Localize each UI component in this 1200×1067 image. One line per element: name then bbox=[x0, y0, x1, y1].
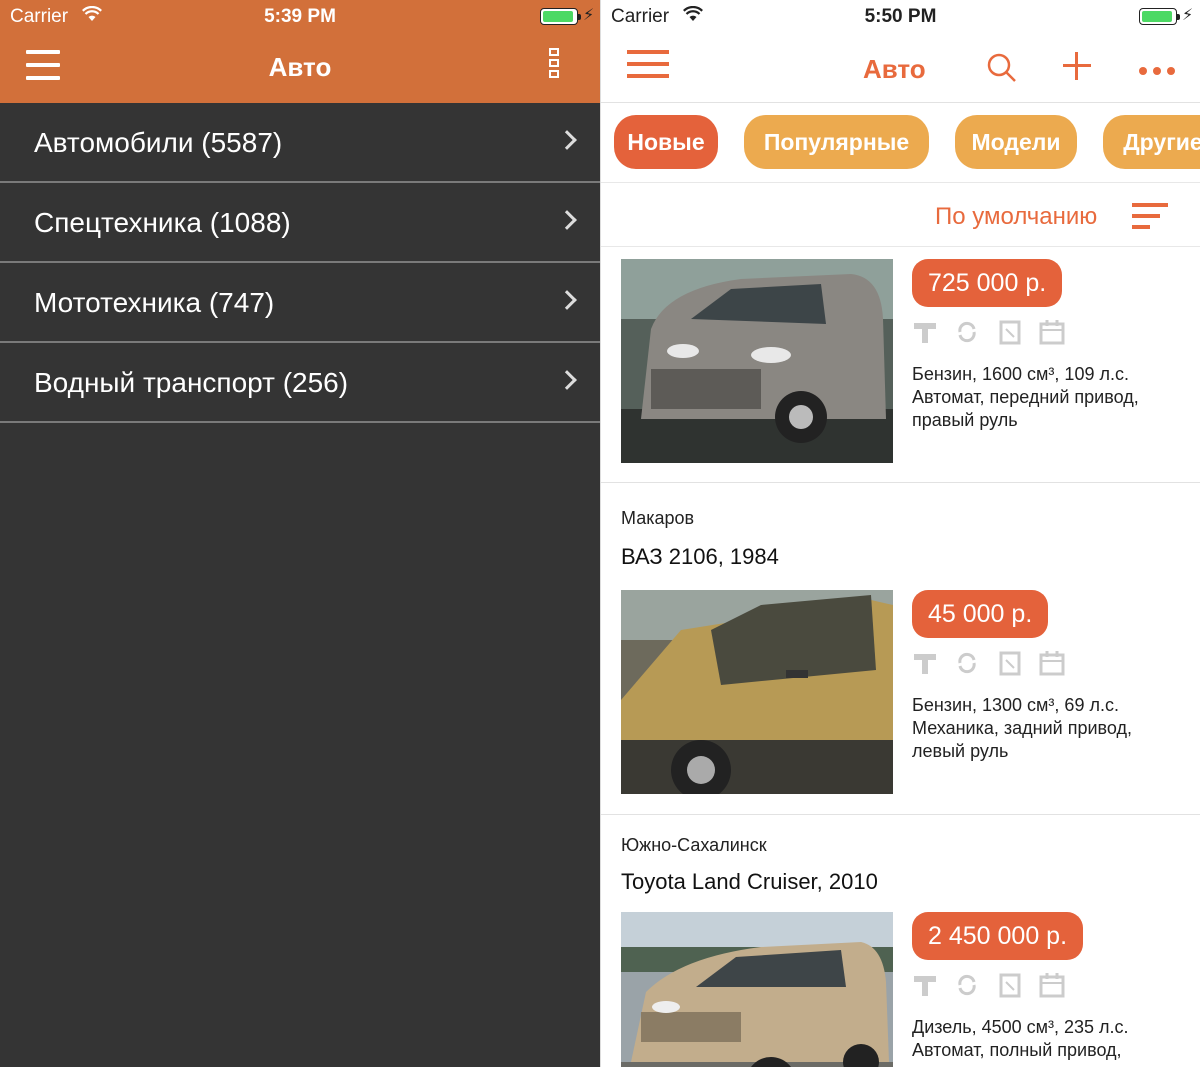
feature-icons bbox=[912, 319, 1077, 347]
specs-text: Дизель, 4500 см³, 235 л.с. Автомат, полн… bbox=[912, 1016, 1192, 1062]
spec-line: левый руль bbox=[912, 741, 1009, 761]
documents-icon bbox=[997, 650, 1023, 676]
filter-chips: Новые Популярные Модели Другие bbox=[601, 103, 1200, 183]
chevron-right-icon bbox=[557, 130, 577, 150]
calendar-icon bbox=[1039, 650, 1065, 676]
calendar-icon bbox=[1039, 319, 1065, 345]
gold-sedan-photo bbox=[621, 590, 893, 794]
spec-line: правый руль bbox=[912, 410, 1018, 430]
status-bar: Carrier 5:39 PM ⚡ bbox=[0, 0, 600, 34]
listing-card[interactable]: Макаров ВАЗ 2106, 1984 45 000 р. Бензин,… bbox=[601, 483, 1200, 815]
page-title: Авто bbox=[863, 54, 926, 84]
specs-text: Бензин, 1600 см³, 109 л.с. Автомат, пере… bbox=[912, 363, 1192, 432]
listing-title: Toyota Land Cruiser, 2010 bbox=[621, 869, 878, 894]
chip-popular[interactable]: Популярные bbox=[744, 115, 929, 169]
spec-line: Бензин, 1600 см³, 109 л.с. bbox=[912, 364, 1129, 384]
add-listing-icon[interactable] bbox=[1061, 50, 1093, 82]
category-label: Водный транспорт (256) bbox=[34, 367, 349, 398]
navbar: Авто bbox=[0, 34, 600, 103]
charging-bolt-icon: ⚡ bbox=[583, 7, 595, 24]
hamburger-menu-icon[interactable] bbox=[627, 50, 669, 82]
chip-models[interactable]: Модели bbox=[955, 115, 1077, 169]
spec-line: Автомат, полный привод, bbox=[912, 1040, 1122, 1060]
chip-other[interactable]: Другие bbox=[1103, 115, 1200, 169]
price-badge: 45 000 р. bbox=[912, 590, 1049, 638]
price-badge: 2 450 000 р. bbox=[912, 912, 1084, 960]
spec-line: Дизель, 4500 см³, 235 л.с. bbox=[912, 1017, 1129, 1037]
left-screen: Carrier 5:39 PM ⚡ Авто Автомобили (5587)… bbox=[0, 0, 600, 1067]
category-label: Автомобили (5587) bbox=[34, 127, 283, 158]
battery-icon bbox=[1139, 8, 1180, 25]
chevron-right-icon bbox=[557, 370, 577, 390]
documents-icon bbox=[997, 319, 1023, 345]
category-item-special-machinery[interactable]: Спецтехника (1088) bbox=[0, 183, 600, 263]
sort-icon[interactable] bbox=[1132, 203, 1170, 236]
spec-line: Бензин, 1300 см³, 69 л.с. bbox=[912, 695, 1119, 715]
battery-icon bbox=[540, 8, 581, 25]
spec-line: Автомат, передний привод, bbox=[912, 387, 1139, 407]
category-item-water-transport[interactable]: Водный транспорт (256) bbox=[0, 343, 600, 423]
specs-text: Бензин, 1300 см³, 69 л.с. Механика, задн… bbox=[912, 694, 1192, 763]
view-toggle-icon[interactable] bbox=[549, 48, 561, 84]
sort-select[interactable]: По умолчанию bbox=[935, 203, 1097, 231]
charging-bolt-icon: ⚡ bbox=[1182, 7, 1194, 24]
exchange-icon bbox=[954, 319, 980, 345]
listing-city: Макаров bbox=[621, 508, 695, 528]
listing-city: Южно-Сахалинск bbox=[621, 835, 767, 855]
price-badge: 725 000 р. bbox=[912, 259, 1063, 307]
chevron-right-icon bbox=[557, 290, 577, 310]
feature-icons bbox=[912, 650, 1077, 678]
category-item-cars[interactable]: Автомобили (5587) bbox=[0, 103, 600, 183]
gray-minivan-photo bbox=[621, 259, 893, 463]
calendar-icon bbox=[1039, 972, 1065, 998]
left-header: Carrier 5:39 PM ⚡ Авто bbox=[0, 0, 600, 103]
category-label: Мототехника (747) bbox=[34, 287, 275, 318]
spec-line: Механика, задний привод, bbox=[912, 718, 1133, 738]
right-screen: Carrier 5:50 PM ⚡ Авто Новые Популярные … bbox=[600, 0, 1200, 1067]
exchange-icon bbox=[954, 650, 980, 676]
steering-wheel-icon bbox=[912, 650, 938, 676]
more-options-icon[interactable] bbox=[1139, 62, 1181, 80]
beige-suv-photo bbox=[621, 912, 893, 1067]
page-title: Авто bbox=[268, 52, 332, 82]
status-time: 5:50 PM bbox=[864, 6, 937, 27]
documents-icon bbox=[997, 972, 1023, 998]
search-icon[interactable] bbox=[986, 52, 1018, 84]
status-bar: Carrier 5:50 PM ⚡ bbox=[601, 0, 1200, 34]
feature-icons bbox=[912, 972, 1077, 1000]
chip-new[interactable]: Новые bbox=[614, 115, 718, 169]
steering-wheel-icon bbox=[912, 972, 938, 998]
listing-card[interactable]: 725 000 р. Бензин, 1600 см³, 109 л.с. Ав… bbox=[601, 247, 1200, 483]
listing-card[interactable]: Южно-Сахалинск Toyota Land Cruiser, 2010… bbox=[601, 815, 1200, 1067]
chevron-right-icon bbox=[557, 210, 577, 230]
category-item-motorcycles[interactable]: Мототехника (747) bbox=[0, 263, 600, 343]
exchange-icon bbox=[954, 972, 980, 998]
listing-title: ВАЗ 2106, 1984 bbox=[621, 544, 779, 569]
navbar: Авто bbox=[601, 34, 1200, 103]
category-list: Автомобили (5587) Спецтехника (1088) Мот… bbox=[0, 103, 600, 423]
sort-bar: По умолчанию bbox=[601, 183, 1200, 247]
status-time: 5:39 PM bbox=[264, 6, 336, 27]
steering-wheel-icon bbox=[912, 319, 938, 345]
category-label: Спецтехника (1088) bbox=[34, 207, 291, 238]
